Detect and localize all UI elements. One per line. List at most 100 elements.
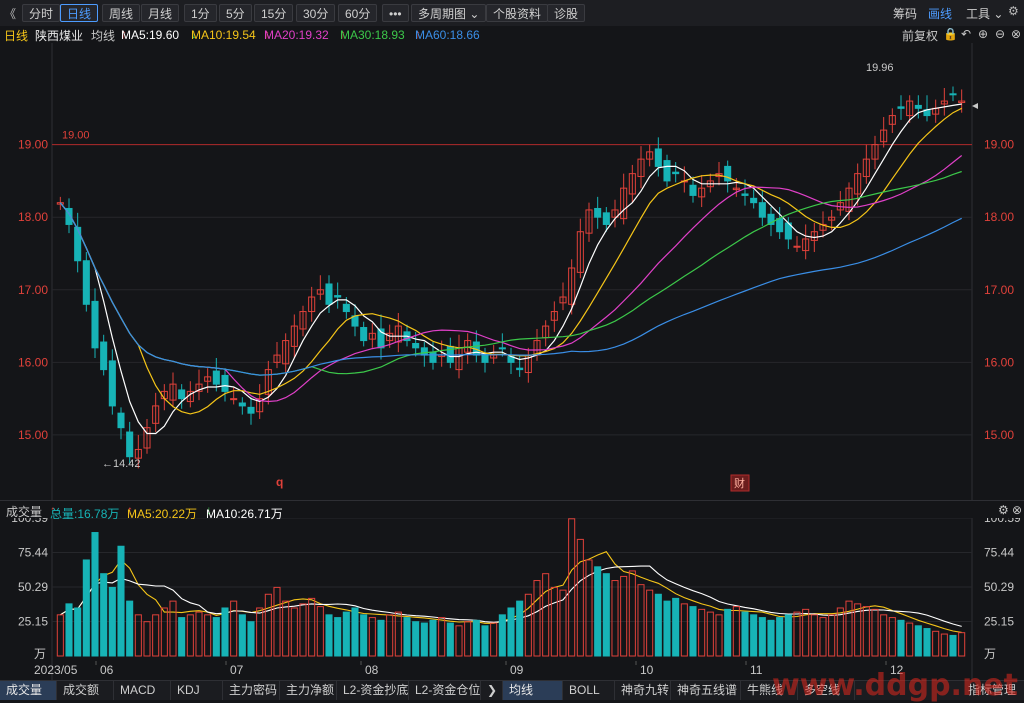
- tab-main-code[interactable]: 主力密码: [223, 681, 280, 700]
- volume-bar: [238, 614, 246, 657]
- more-periods-button[interactable]: •••: [382, 4, 409, 22]
- candle-body: [776, 218, 784, 233]
- period-tab-60min[interactable]: 60分: [338, 4, 378, 22]
- low-price-label: ←14.42: [102, 458, 141, 470]
- volume-bar: [802, 608, 810, 657]
- candle-body: [663, 160, 671, 182]
- candle-body: [238, 402, 246, 407]
- candle-body: [741, 193, 749, 196]
- candle-body: [100, 341, 108, 371]
- tab-l2-bottom[interactable]: L2-资金抄底: [337, 681, 409, 700]
- draw-line-button[interactable]: 画线: [928, 5, 952, 22]
- volume-total-text: 总量:16.78万: [50, 507, 120, 521]
- candle-body: [412, 342, 420, 349]
- volume-bar: [932, 630, 940, 657]
- tools-menu[interactable]: 工具 ⌄: [966, 5, 1003, 22]
- back-icon[interactable]: 《: [4, 5, 16, 22]
- volume-bar: [438, 617, 446, 657]
- volume-close-icon[interactable]: ⊗: [1012, 503, 1022, 517]
- volume-bar: [446, 622, 454, 657]
- period-tab-1min[interactable]: 1分: [184, 4, 217, 22]
- volume-bar: [247, 621, 255, 657]
- volume-bar: [403, 617, 411, 657]
- tabs-scroll-right-icon[interactable]: ❯: [481, 681, 503, 700]
- volume-bar: [750, 614, 758, 657]
- volume-bar: [897, 619, 905, 657]
- ma60-value: MA60:18.66 ↑: [415, 27, 480, 42]
- volume-bar: [325, 614, 333, 657]
- tab-magic-nine[interactable]: 神奇九转: [615, 681, 671, 700]
- volume-bar: [680, 603, 688, 657]
- stock-profile-button[interactable]: 个股资料: [486, 4, 549, 22]
- candle-body: [949, 93, 957, 96]
- candle-body: [602, 212, 610, 225]
- tab-macd[interactable]: MACD: [114, 681, 171, 700]
- period-tab-monthly[interactable]: 月线: [141, 4, 180, 22]
- ma-label[interactable]: 均线: [91, 27, 115, 44]
- tab-ma[interactable]: 均线: [503, 681, 563, 700]
- volume-tick-left: 50.29: [18, 580, 48, 594]
- zoom-in-icon[interactable]: ⊕: [978, 27, 988, 41]
- period-tab-daily[interactable]: 日线: [60, 4, 99, 22]
- volume-bar: [646, 589, 654, 657]
- tab-turnover[interactable]: 成交额: [57, 681, 114, 700]
- volume-bar: [576, 538, 584, 657]
- volume-bar: [464, 621, 472, 657]
- zoom-out-icon[interactable]: ⊖: [995, 27, 1005, 41]
- tab-main-net[interactable]: 主力净额: [280, 681, 337, 700]
- volume-bar: [784, 614, 792, 657]
- tab-boll[interactable]: BOLL: [563, 681, 615, 700]
- volume-bar: [342, 611, 350, 657]
- volume-bar: [871, 608, 879, 657]
- tab-l2-position[interactable]: L2-资金仓位: [409, 681, 481, 700]
- period-tab-5min[interactable]: 5分: [219, 4, 252, 22]
- period-tab-15min[interactable]: 15分: [254, 4, 294, 22]
- adjust-mode[interactable]: 前复权: [902, 27, 938, 44]
- volume-settings-icon[interactable]: ⚙: [998, 503, 1009, 517]
- tab-magic-five[interactable]: 神奇五线谱: [671, 681, 741, 700]
- volume-legend: 成交量 总量:16.78万 ↑ MA5:20.22万 ↑ MA10:26.71万 ↓ …: [0, 500, 1024, 521]
- kline-chart[interactable]: 19.00 19.00 18.00 18.00 17.00 17.00 16.00 16.00…: [0, 43, 1024, 680]
- lock-icon[interactable]: 🔒: [943, 27, 958, 41]
- candle-body: [212, 370, 220, 385]
- multi-period-dropdown[interactable]: 多周期图 ⌄: [411, 4, 487, 22]
- volume-bar: [949, 634, 957, 657]
- event-marker-q: q: [276, 475, 283, 489]
- period-tab-30min[interactable]: 30分: [296, 4, 336, 22]
- diagnose-button[interactable]: 诊股: [547, 4, 586, 22]
- candle-body: [230, 398, 238, 401]
- volume-ma10: MA10:26.71万 ↓: [206, 503, 283, 521]
- period-label: 日线: [4, 29, 29, 43]
- chips-button[interactable]: 筹码: [893, 5, 917, 22]
- price-tick-right: 18.00: [984, 210, 1014, 224]
- tools-label: 工具: [966, 7, 991, 21]
- volume-bar: [776, 617, 784, 657]
- ref-line-label: 19.00: [62, 130, 90, 142]
- settings-icon[interactable]: ⚙: [1008, 4, 1019, 18]
- volume-bar: [368, 617, 376, 657]
- volume-bar: [377, 619, 385, 657]
- candle-body: [325, 283, 333, 305]
- undo-icon[interactable]: ↶: [961, 27, 971, 41]
- tab-kdj[interactable]: KDJ: [171, 681, 223, 700]
- candle-body: [897, 106, 905, 109]
- x-axis-label: 07: [230, 663, 244, 677]
- price-tick-left: 17.00: [18, 283, 48, 297]
- volume-bar: [767, 619, 775, 657]
- period-tab-fenshi[interactable]: 分时: [22, 4, 61, 22]
- candle-body: [914, 104, 922, 109]
- event-marker-cai: 财: [734, 476, 745, 490]
- volume-bar: [256, 607, 264, 657]
- period-tab-weekly[interactable]: 周线: [102, 4, 141, 22]
- tab-volume[interactable]: 成交量: [0, 681, 57, 700]
- volume-bar: [620, 575, 628, 657]
- x-axis-label: 06: [100, 663, 114, 677]
- volume-bar: [758, 617, 766, 657]
- price-tick-left: 16.00: [18, 355, 48, 369]
- volume-bar: [316, 606, 324, 657]
- stock-name: 陕西煤业: [35, 29, 84, 43]
- price-tick-left: 18.00: [18, 210, 48, 224]
- close-icon[interactable]: ⊗: [1011, 27, 1021, 41]
- volume-bar: [490, 622, 498, 657]
- ma30-value: MA30:18.93 ↑: [340, 27, 405, 42]
